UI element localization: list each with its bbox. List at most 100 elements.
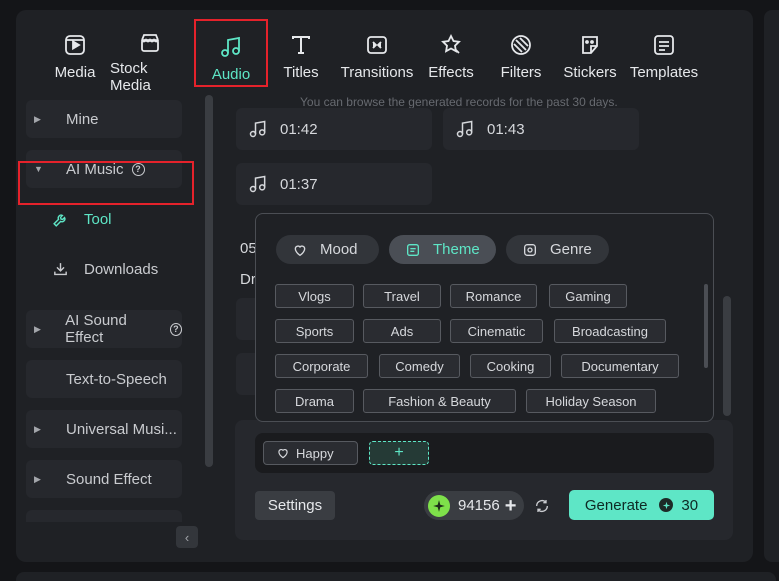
library-tabs: Media Stock Media Audio Titles Transitio… [16,10,753,94]
tab-label: Filters [500,64,542,81]
tag-chip[interactable]: Comedy [379,354,460,378]
tab-transitions[interactable]: Transitions [339,19,415,87]
sidebar-item-label: Downloads [84,260,159,278]
add-credits-icon[interactable]: + [505,496,517,516]
sidebar-item-label: Tool [84,210,112,228]
media-icon [61,31,89,59]
audio-sidebar: ▶ Mine ▼ AI Music ? Tool Downloads ▶ AI … [16,90,216,562]
tag-chip[interactable]: Documentary [561,354,679,378]
tag-chip[interactable]: Sports [275,319,354,343]
generate-cost: 30 [681,496,699,514]
stickers-icon [576,31,604,59]
wrench-icon [52,211,70,228]
tag-chip[interactable]: Broadcasting [554,319,666,343]
tab-stock-media[interactable]: Stock Media [110,19,190,94]
timeline-panel-edge [16,572,776,581]
tab-audio[interactable]: Audio [194,19,268,87]
sidebar-item-text-to-speech[interactable]: ▶ Text-to-Speech [26,360,182,398]
category-tab-theme[interactable]: Theme [389,235,496,264]
tag-chip[interactable]: Corporate [275,354,368,378]
tab-effects[interactable]: Effects [426,19,476,87]
category-label: Mood [320,241,358,258]
sidebar-scrollbar[interactable] [205,95,213,467]
help-icon[interactable]: ? [169,322,182,336]
record-duration: 01:42 [280,120,318,138]
sidebar-item-universal-music[interactable]: ▶ Universal Musi... [26,410,182,448]
tag-chip[interactable]: Gaming [549,284,627,308]
sidebar-item-mine[interactable]: ▶ Mine [26,100,182,138]
history-notice: You can browse the generated records for… [300,95,618,109]
record-item[interactable]: 01:43 [443,108,639,150]
credits-coin-icon [428,494,450,517]
tab-label: Stickers [563,64,617,81]
mood-icon [276,446,290,460]
tag-chip[interactable]: Drama [275,389,354,413]
record-item[interactable]: 01:42 [236,108,432,150]
credits-balance[interactable]: 94156 + [424,491,524,520]
sidebar-item-label: Mine [66,110,99,128]
tag-chip[interactable]: Romance [450,284,537,308]
record-title-partial: Dr [240,271,256,288]
audio-icon [217,33,245,61]
transitions-icon [363,31,391,59]
chevron-right-icon: ▶ [34,473,41,484]
sidebar-item-sound-effect[interactable]: ▶ Sound Effect [26,460,182,498]
content-scrollbar[interactable] [723,296,731,416]
tab-label: Media [54,64,96,81]
category-label: Theme [433,241,480,258]
category-label: Genre [550,241,592,258]
tab-filters[interactable]: Filters [496,19,546,87]
chevron-right-icon: ▶ [34,113,41,124]
add-tag-button[interactable]: + [369,441,429,465]
genre-icon [522,242,538,258]
tag-chip[interactable]: Fashion & Beauty [363,389,516,413]
popup-scrollbar[interactable] [704,284,708,368]
tab-templates[interactable]: Templates [628,19,700,87]
record-item[interactable]: 01:37 [236,163,432,205]
sidebar-item-label: AI Sound Effect [65,312,127,346]
sidebar-item-label: Sound Effect [66,470,152,488]
tag-chip[interactable]: Vlogs [275,284,354,308]
chevron-left-icon: ‹ [184,529,190,545]
tab-titles[interactable]: Titles [276,19,326,87]
sidebar-item-ai-sound-effect[interactable]: ▶ AI Sound Effect ? [26,310,182,348]
category-tab-genre[interactable]: Genre [506,235,609,264]
tab-label: Audio [211,66,251,83]
tab-label: Transitions [340,64,414,81]
stock-media-icon [136,31,164,55]
credits-count: 94156 [458,497,500,514]
sidebar-item-label: Text-to-Speech [66,370,167,388]
record-duration: 01:37 [280,175,318,193]
generate-button[interactable]: Generate 30 [569,490,714,520]
sidebar-item-label: Universal Musi... [66,420,177,438]
mood-icon [292,242,308,258]
tag-chip[interactable]: Cinematic [450,319,543,343]
effects-icon [437,31,465,59]
tag-picker-popup: Mood Theme Genre Vlogs Travel Romance Ga… [255,213,714,422]
highlight-box [18,161,194,205]
chevron-right-icon: ▶ [34,423,41,434]
sidebar-item-downloads[interactable]: Downloads [26,250,182,288]
refresh-icon[interactable] [532,496,552,516]
tab-media[interactable]: Media [50,19,100,87]
sidebar-item-partial [26,510,182,522]
tab-label: Stock Media [110,60,151,94]
tag-chip[interactable]: Cooking [470,354,551,378]
music-note-icon [455,119,475,139]
category-tab-mood[interactable]: Mood [276,235,379,264]
tab-label: Effects [428,64,474,81]
tag-chip[interactable]: Holiday Season [526,389,656,413]
tab-stickers[interactable]: Stickers [562,19,618,87]
tag-chip[interactable]: Travel [363,284,441,308]
tab-label: Titles [283,64,319,81]
tag-label: Happy [296,445,334,461]
collapse-sidebar-button[interactable]: ‹ [176,526,198,548]
record-duration: 01:43 [487,120,525,138]
selected-tag-chip[interactable]: Happy [263,441,358,465]
settings-button[interactable]: Settings [255,491,335,520]
filters-icon [507,31,535,59]
sidebar-item-tool[interactable]: Tool [26,200,182,238]
chevron-right-icon: ▶ [34,323,41,334]
tag-chip[interactable]: Ads [363,319,441,343]
theme-icon [405,242,421,258]
